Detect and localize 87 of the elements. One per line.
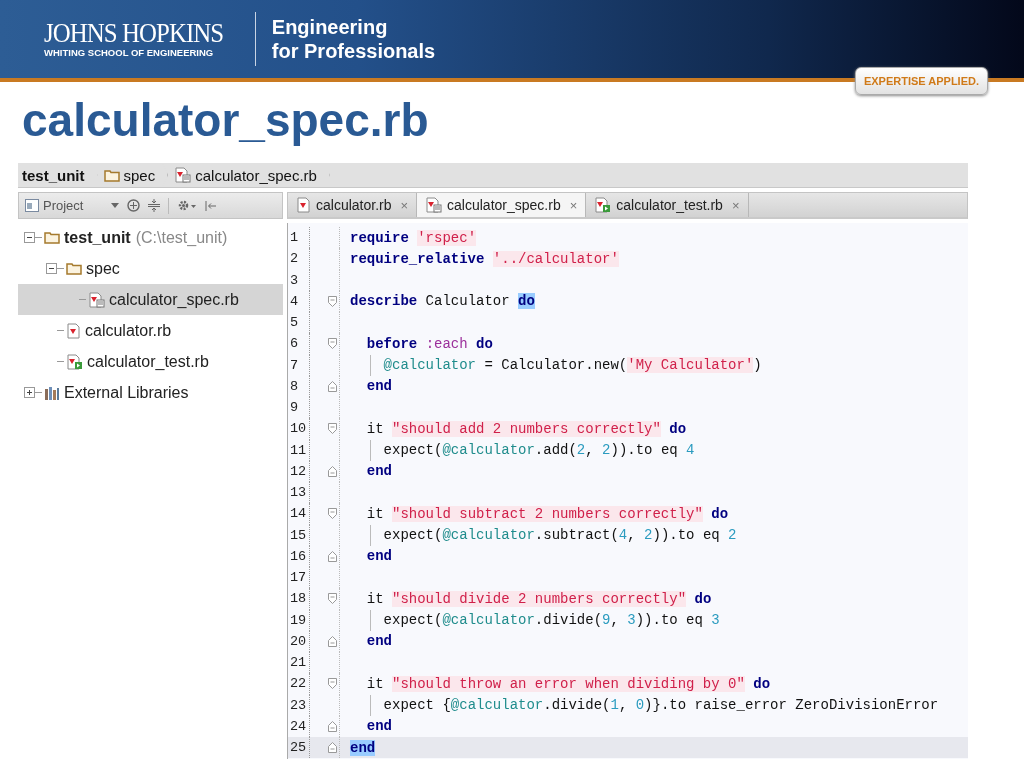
line-number: 18 <box>288 588 310 610</box>
line-number: 6 <box>288 333 310 355</box>
line-number: 7 <box>288 354 310 376</box>
fold-marker-icon[interactable] <box>328 720 337 732</box>
code-line: require 'rspec' <box>350 228 477 248</box>
collapse-all-icon[interactable] <box>148 199 161 212</box>
program-name: Engineering <box>271 15 389 39</box>
code-line: require_relative '../calculator' <box>350 249 619 269</box>
test-file-icon <box>594 197 612 213</box>
tree-item[interactable]: calculator_test.rb <box>18 346 283 377</box>
fold-marker-icon[interactable] <box>328 423 337 435</box>
line-number: 19 <box>288 609 310 631</box>
project-view-selector[interactable]: Project <box>25 198 84 213</box>
code-editor[interactable] <box>287 223 968 759</box>
folder-icon <box>103 168 120 182</box>
line-number: 2 <box>288 248 310 270</box>
crosshair-icon[interactable] <box>127 199 141 212</box>
line-number: 25 <box>288 737 310 759</box>
line-number: 3 <box>288 269 310 291</box>
tree-item[interactable]: spec <box>18 253 283 284</box>
code-line: end <box>365 377 392 397</box>
fold-marker-icon[interactable] <box>328 380 337 392</box>
line-number: 16 <box>288 545 310 567</box>
line-number: 23 <box>288 694 310 716</box>
code-line: end <box>365 547 392 567</box>
folder-icon <box>44 231 60 244</box>
ruby-file-icon <box>296 197 311 213</box>
code-line: it "should add 2 numbers correctly" do <box>365 419 687 439</box>
line-number: 14 <box>288 503 310 525</box>
tree-item[interactable]: External Libraries <box>18 377 283 408</box>
minus-box-icon[interactable] <box>24 232 35 243</box>
fold-marker-icon[interactable] <box>328 508 337 520</box>
folder-icon <box>66 262 82 275</box>
line-number: 1 <box>288 227 310 249</box>
gear-icon[interactable] <box>177 199 198 212</box>
minus-box-icon[interactable] <box>46 263 57 274</box>
spec-file-icon <box>88 291 105 308</box>
spec-file-icon <box>174 167 192 183</box>
code-line: it "should subtract 2 numbers correctly" do <box>365 504 729 524</box>
tree-item[interactable]: calculator_spec.rb <box>18 284 283 315</box>
line-number: 5 <box>288 312 310 334</box>
code-line: it "should throw an error when dividing by 0" do <box>365 674 771 694</box>
editor-tab[interactable]: calculator_spec.rb × <box>417 193 587 217</box>
editor-tab[interactable]: calculator.rb × <box>288 193 418 217</box>
program-name: for Professionals <box>271 39 436 63</box>
fold-marker-icon[interactable] <box>328 550 337 562</box>
fold-marker-icon[interactable] <box>328 465 337 477</box>
code-line: describe Calculator do <box>350 292 535 312</box>
line-number: 20 <box>288 630 310 652</box>
hide-panel-icon[interactable] <box>205 199 218 212</box>
tree-item[interactable]: calculator.rb <box>18 315 283 346</box>
line-number: 10 <box>288 418 310 440</box>
tree-item[interactable]: test_unit (C:\test_unit) <box>18 222 283 253</box>
close-button[interactable]: × <box>565 197 578 213</box>
line-number: 11 <box>288 439 310 461</box>
tagline-badge: EXPERTISE APPLIED. <box>854 67 988 95</box>
line-number: 13 <box>288 482 310 504</box>
fold-marker-icon[interactable] <box>328 635 337 647</box>
fold-marker-icon[interactable] <box>328 338 337 350</box>
fold-marker-icon[interactable] <box>328 593 337 605</box>
university-logo-text: JOHNS HOPKINS <box>44 19 224 47</box>
fold-marker-icon[interactable] <box>328 295 337 307</box>
caret-icon[interactable] <box>111 203 120 208</box>
fold-marker-icon[interactable] <box>328 742 337 754</box>
editor-tab[interactable]: calculator_test.rb × <box>586 193 749 217</box>
plus-box-icon[interactable] <box>24 387 35 398</box>
slide-title: calculator_spec.rb <box>22 93 430 148</box>
project-view-icon <box>25 199 39 212</box>
line-number: 21 <box>288 652 310 674</box>
line-number: 8 <box>288 375 310 397</box>
line-number: 15 <box>288 524 310 546</box>
code-line: end <box>365 632 392 652</box>
code-line: before :each do <box>365 334 493 354</box>
code-line: it "should divide 2 numbers correctly" do <box>365 589 712 609</box>
fold-marker-icon[interactable] <box>328 678 337 690</box>
code-line: end <box>365 462 392 482</box>
ruby-file-icon <box>66 322 81 339</box>
library-icon <box>44 385 60 400</box>
line-number: 4 <box>288 290 310 312</box>
spec-file-icon <box>425 197 443 213</box>
line-number: 12 <box>288 460 310 482</box>
test-file-icon <box>66 353 83 370</box>
line-number: 17 <box>288 567 310 589</box>
line-number: 9 <box>288 397 310 419</box>
code-line: end <box>365 717 392 737</box>
school-name: WHITING SCHOOL OF ENGINEERING <box>44 47 215 59</box>
line-number: 22 <box>288 673 310 695</box>
